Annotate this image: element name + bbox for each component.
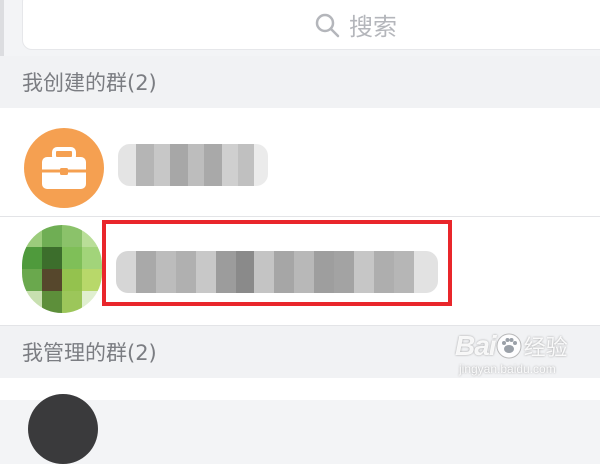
highlight-box xyxy=(102,220,452,306)
watermark-url: jingyan.baidu.com xyxy=(459,362,556,376)
watermark-brand: Bai xyxy=(455,330,497,361)
baidu-jingyan-watermark: Bai 经验 jingyan.baidu.com xyxy=(455,330,595,390)
briefcase-icon xyxy=(42,147,86,189)
section-title-created: 我创建的群(2) xyxy=(22,71,157,95)
watermark-name: 经验 xyxy=(523,336,568,361)
group-avatar-2 xyxy=(22,225,102,313)
search-placeholder: 搜索 xyxy=(349,13,397,41)
search-placeholder-group: 搜索 xyxy=(313,7,397,42)
group-avatar-1 xyxy=(24,128,104,208)
group-row-1[interactable] xyxy=(0,108,600,216)
search-bar[interactable]: 搜索 xyxy=(22,0,600,50)
paw-icon xyxy=(496,333,522,359)
search-icon xyxy=(315,13,340,37)
section-title-managed: 我管理的群(2) xyxy=(22,341,157,365)
group-name-redacted-1 xyxy=(118,144,268,186)
section-header-created: 我创建的群(2) xyxy=(0,56,600,108)
group-avatar-3 xyxy=(28,394,98,464)
